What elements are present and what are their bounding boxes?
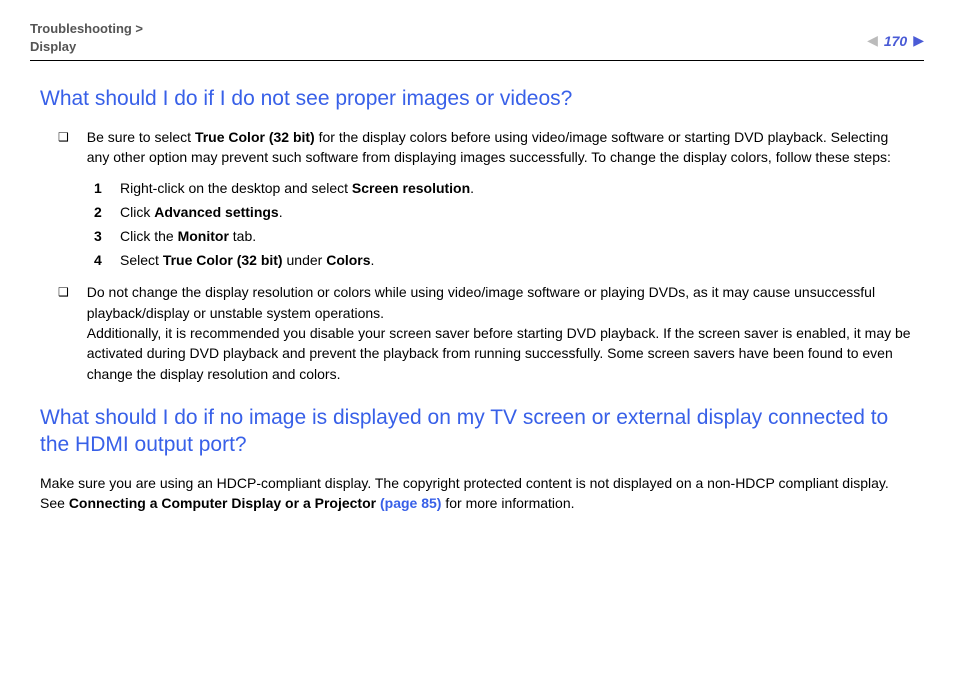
header-rule (30, 60, 924, 61)
breadcrumb-sub: Display (30, 38, 143, 56)
breadcrumb: Troubleshooting > Display (30, 20, 143, 56)
page-number: 170 (884, 33, 907, 49)
step-item: 2 Click Advanced settings. (94, 201, 914, 225)
bullet-text: Be sure to select True Color (32 bit) fo… (87, 127, 914, 168)
next-page-icon[interactable]: ▶ (913, 32, 924, 49)
step-text: Click Advanced settings. (120, 201, 283, 225)
step-number: 2 (94, 201, 106, 225)
bullet-icon: ❑ (58, 129, 69, 168)
question-2-heading: What should I do if no image is displaye… (40, 404, 914, 459)
page-link[interactable]: (page 85) (380, 495, 441, 511)
step-item: 4 Select True Color (32 bit) under Color… (94, 249, 914, 273)
step-number: 4 (94, 249, 106, 273)
answer-paragraph: Make sure you are using an HDCP-complian… (40, 473, 914, 514)
step-number: 1 (94, 177, 106, 201)
step-item: 1 Right-click on the desktop and select … (94, 177, 914, 201)
page-nav: ◀ 170 ▶ (867, 32, 924, 49)
step-number: 3 (94, 225, 106, 249)
step-text: Select True Color (32 bit) under Colors. (120, 249, 374, 273)
bullet-item: ❑ Be sure to select True Color (32 bit) … (40, 127, 914, 168)
bullet-text: Do not change the display resolution or … (87, 282, 914, 383)
prev-page-icon[interactable]: ◀ (867, 32, 878, 49)
step-text: Click the Monitor tab. (120, 225, 256, 249)
bullet-icon: ❑ (58, 284, 69, 383)
step-text: Right-click on the desktop and select Sc… (120, 177, 474, 201)
question-1-heading: What should I do if I do not see proper … (40, 85, 914, 112)
bullet-item: ❑ Do not change the display resolution o… (40, 282, 914, 383)
steps-list: 1 Right-click on the desktop and select … (40, 177, 914, 272)
step-item: 3 Click the Monitor tab. (94, 225, 914, 249)
breadcrumb-top: Troubleshooting > (30, 20, 143, 38)
